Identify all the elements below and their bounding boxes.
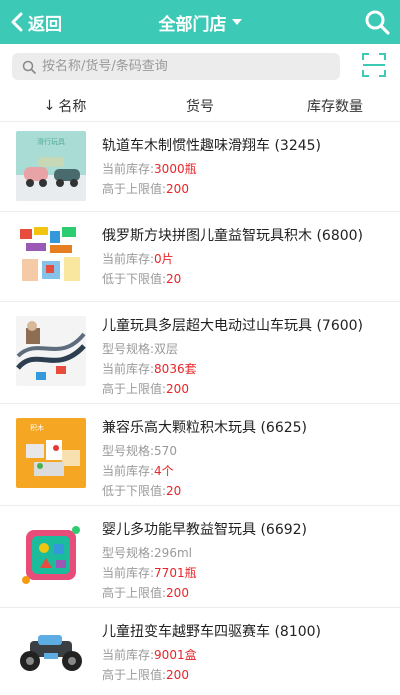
search-row — [0, 44, 400, 90]
search-icon[interactable] — [364, 9, 390, 35]
chevron-left-icon — [11, 12, 23, 32]
stock-label: 当前库存: — [102, 162, 155, 176]
stock-label: 当前库存: — [102, 648, 155, 662]
product-name: 轨道车木制惯性趣味滑翔车 (3245) — [102, 138, 322, 154]
sort-stock-label: 库存数量 — [307, 98, 363, 115]
sort-bar: ↓ 名称 货号 库存数量 — [0, 90, 400, 122]
thumb-label: 滑行玩具 — [37, 137, 65, 146]
stock-value: 7701瓶 — [154, 566, 197, 580]
limit-label: 低于下限值: — [102, 272, 167, 286]
product-list: 滑行玩具 轨道车木制惯性趣味滑翔车 (3245) 当前库存:3000瓶 高于上限… — [0, 122, 400, 695]
spec-value: 双层 — [154, 342, 179, 356]
spec-label: 型号规格: — [102, 444, 155, 458]
list-item[interactable]: 积木 兼容乐高大颗粒积木玩具 (6625) 型号规格:570 当前库存:4个 低… — [0, 404, 400, 506]
limit-label: 低于下限值: — [102, 484, 167, 498]
limit-value: 200 — [166, 668, 189, 682]
back-button[interactable]: 返回 — [10, 0, 62, 44]
product-name: 婴儿多功能早教益智玩具 (6692) — [102, 522, 308, 538]
product-name: 儿童玩具多层超大电动过山车玩具 (7600) — [102, 318, 364, 334]
spec-label: 型号规格: — [102, 342, 155, 356]
stock-label: 当前库存: — [102, 566, 155, 580]
limit-label: 高于上限值: — [102, 586, 167, 600]
search-box — [12, 53, 340, 80]
back-label: 返回 — [28, 14, 62, 35]
sort-by-stock[interactable]: 库存数量 — [270, 90, 400, 121]
stock-value: 4个 — [154, 464, 174, 478]
spec-value: 296ml — [154, 546, 192, 560]
list-item[interactable]: 俄罗斯方块拼图儿童益智玩具积木 (6800) 当前库存:0片 低于下限值:20 — [0, 212, 400, 302]
product-image — [16, 617, 86, 687]
product-image — [16, 316, 86, 386]
stock-label: 当前库存: — [102, 362, 155, 376]
product-image: 积木 — [16, 418, 86, 488]
stock-value: 9001盒 — [154, 648, 197, 662]
limit-label: 高于上限值: — [102, 382, 167, 396]
thumb-label: 积木 — [30, 423, 44, 432]
header-bar: 返回 全部门店 — [0, 0, 400, 44]
stock-value: 8036套 — [154, 362, 197, 376]
limit-value: 200 — [166, 382, 189, 396]
spec-label: 型号规格: — [102, 546, 155, 560]
product-image: 滑行玩具 — [16, 131, 86, 201]
sort-by-name[interactable]: ↓ 名称 — [0, 90, 130, 121]
limit-value: 20 — [166, 484, 182, 498]
stock-label: 当前库存: — [102, 464, 155, 478]
sort-code-label: 货号 — [186, 98, 214, 115]
list-item[interactable]: 儿童玩具多层超大电动过山车玩具 (7600) 型号规格:双层 当前库存:8036… — [0, 302, 400, 404]
search-input[interactable] — [42, 59, 322, 74]
list-item[interactable]: 婴儿多功能早教益智玩具 (6692) 型号规格:296ml 当前库存:7701瓶… — [0, 506, 400, 608]
limit-value: 200 — [166, 586, 189, 600]
scan-icon[interactable] — [362, 53, 386, 77]
product-image — [16, 221, 86, 291]
arrow-down-icon: ↓ — [43, 97, 56, 114]
stock-value: 3000瓶 — [154, 162, 197, 176]
page-title: 全部门店 — [158, 14, 227, 35]
spec-value: 570 — [154, 444, 177, 458]
list-item[interactable]: 滑行玩具 轨道车木制惯性趣味滑翔车 (3245) 当前库存:3000瓶 高于上限… — [0, 122, 400, 212]
product-name: 兼容乐高大颗粒积木玩具 (6625) — [102, 420, 308, 436]
limit-label: 高于上限值: — [102, 182, 167, 196]
sort-by-code[interactable]: 货号 — [130, 90, 270, 121]
product-name: 儿童扭变车越野车四驱赛车 (8100) — [102, 624, 322, 640]
product-name: 俄罗斯方块拼图儿童益智玩具积木 (6800) — [102, 228, 364, 244]
sort-name-label: 名称 — [58, 98, 87, 115]
caret-down-icon — [231, 19, 242, 25]
list-item[interactable]: 儿童扭变车越野车四驱赛车 (8100) 当前库存:9001盒 高于上限值:200 — [0, 608, 400, 695]
limit-value: 200 — [166, 182, 189, 196]
stock-value: 0片 — [154, 252, 174, 266]
search-small-icon — [22, 60, 36, 74]
stock-label: 当前库存: — [102, 252, 155, 266]
product-image — [16, 520, 86, 590]
store-selector[interactable]: 全部门店 — [159, 10, 242, 35]
limit-value: 20 — [166, 272, 182, 286]
limit-label: 高于上限值: — [102, 668, 167, 682]
